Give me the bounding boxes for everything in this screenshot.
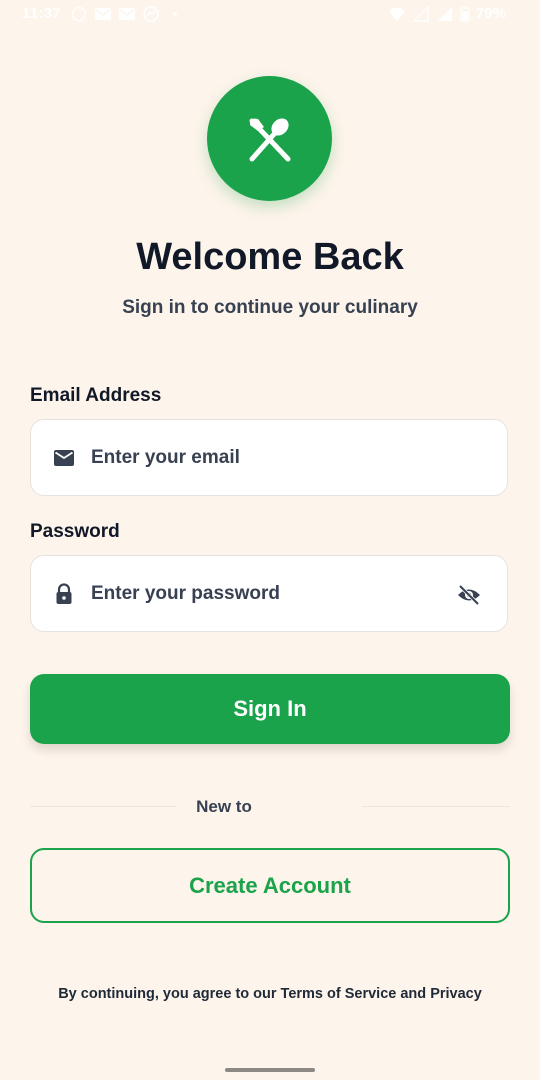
terms-and: and [396, 986, 431, 1002]
terms-notice: By continuing, you agree to our Terms of… [0, 986, 540, 1002]
home-indicator[interactable] [225, 1068, 315, 1072]
wifi-icon [388, 7, 405, 21]
system-icons: 79% [388, 5, 506, 22]
notification-icons [70, 6, 184, 22]
battery-percent: 79% [475, 5, 506, 22]
signal-icon [437, 6, 452, 21]
mail-icon [119, 8, 135, 20]
dot-icon [173, 12, 177, 16]
divider-text: New to [196, 797, 252, 816]
privacy-link[interactable]: Privacy [430, 986, 482, 1002]
lock-icon [56, 583, 72, 604]
mail-icon [95, 8, 111, 20]
fork-spoon-icon [249, 117, 290, 161]
password-input[interactable] [91, 556, 451, 631]
email-field[interactable] [30, 419, 508, 496]
terms-prefix: By continuing, you agree to our [58, 986, 281, 1002]
sign-in-button[interactable]: Sign In [30, 674, 510, 744]
eye-off-icon[interactable] [457, 584, 481, 606]
terms-of-service-link[interactable]: Terms of Service [281, 986, 397, 1002]
password-label: Password [30, 521, 120, 542]
signal-icon [412, 5, 429, 22]
app-logo [207, 76, 332, 201]
messenger-icon [143, 6, 159, 22]
battery-icon [460, 6, 470, 22]
page-title: Welcome Back [136, 236, 404, 278]
mail-icon [54, 450, 74, 466]
create-account-button[interactable]: Create Account [30, 848, 510, 923]
email-label: Email Address [30, 385, 162, 406]
page-subtitle: Sign in to continue your culinary [122, 297, 418, 318]
password-field[interactable] [30, 555, 508, 632]
status-time: 11:37 [22, 5, 62, 22]
divider-line-right [362, 806, 510, 807]
email-input[interactable] [91, 420, 451, 495]
status-bar: 11:37 79% [0, 0, 540, 30]
whatsapp-icon [71, 6, 87, 22]
